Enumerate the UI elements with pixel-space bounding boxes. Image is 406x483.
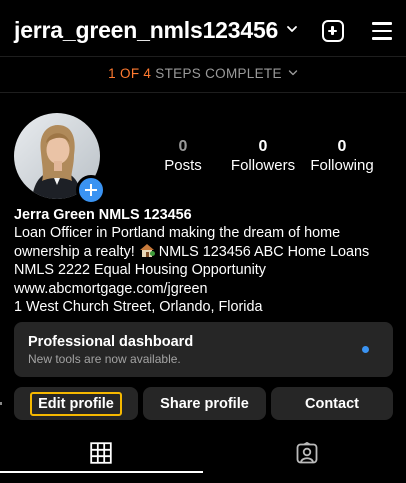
bio-line-2-start: ownership a realty! (14, 243, 135, 260)
tagged-icon[interactable] (296, 442, 318, 464)
bio-line-2: ownership a realty! NMLS 123456 ABC Home… (14, 243, 399, 261)
edge-marker (0, 402, 2, 405)
bio: Jerra Green NMLS 123456 Loan Officer in … (14, 206, 399, 316)
dashboard-title: Professional dashboard (28, 334, 194, 350)
share-profile-label: Share profile (160, 395, 249, 412)
website-link[interactable]: www.abcmortgage.com/jgreen (14, 280, 399, 298)
username[interactable]: jerra_green_nmls123456 (14, 17, 278, 44)
display-name: Jerra Green NMLS 123456 (14, 207, 192, 223)
chevron-down-icon[interactable] (286, 23, 298, 35)
steps-progress[interactable]: 1 OF 4 STEPS COMPLETE (0, 66, 406, 81)
stat-following[interactable]: 0 Following (297, 138, 387, 175)
posts-label: Posts (164, 157, 202, 174)
professional-dashboard[interactable]: Professional dashboard New tools are now… (14, 322, 393, 377)
new-post-icon[interactable] (322, 20, 344, 42)
contact-button[interactable]: Contact (271, 387, 393, 420)
header-divider (0, 56, 406, 57)
bio-line-1: Loan Officer in Portland making the drea… (14, 225, 341, 242)
steps-divider (0, 92, 406, 93)
chevron-down-icon (288, 70, 298, 76)
followers-label: Followers (230, 157, 296, 174)
edit-profile-label: Edit profile (30, 391, 122, 416)
stat-posts[interactable]: 0 Posts (138, 138, 228, 175)
edit-profile-button[interactable]: Edit profile (14, 387, 138, 420)
add-story-icon[interactable] (76, 175, 106, 205)
stat-followers[interactable]: 0 Followers (218, 138, 308, 175)
following-count: 0 (337, 138, 347, 155)
contact-label: Contact (305, 395, 359, 412)
following-label: Following (310, 157, 374, 174)
steps-count: 1 OF 4 (108, 66, 152, 81)
top-bar: jerra_green_nmls123456 (0, 0, 406, 58)
house-icon (139, 243, 155, 257)
share-profile-button[interactable]: Share profile (143, 387, 266, 420)
notification-dot (362, 346, 369, 353)
active-tab-indicator (0, 471, 203, 473)
bio-line-2-end: NMLS 123456 ABC Home Loans (158, 243, 370, 260)
bio-line-3: NMLS 2222 Equal Housing Opportunity (14, 262, 266, 279)
address[interactable]: 1 West Church Street, Orlando, Florida (14, 298, 399, 316)
grid-icon[interactable] (90, 442, 112, 464)
menu-icon[interactable] (372, 22, 392, 40)
steps-text: STEPS COMPLETE (155, 66, 282, 81)
content-tabs (0, 434, 406, 474)
dashboard-subtitle: New tools are now available. (28, 352, 181, 366)
followers-count: 0 (258, 138, 268, 155)
posts-count: 0 (178, 138, 188, 155)
